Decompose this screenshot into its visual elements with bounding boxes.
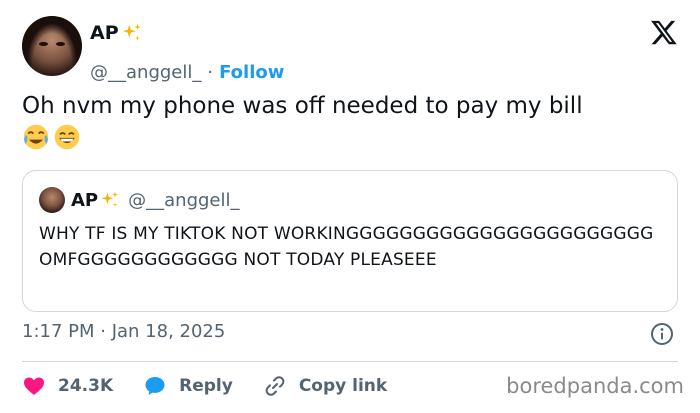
quoted-display-name: AP [71, 189, 99, 211]
quoted-handle: @__anggell_ [128, 189, 240, 211]
like-button[interactable]: 24.3K [22, 374, 113, 398]
reply-button[interactable]: Reply [143, 374, 233, 398]
tweet-header: AP @__anggell_ · Follow [22, 14, 682, 83]
quoted-tweet-text: WHY TF IS MY TIKTOK NOT WORKINGGGGGGGGGG… [39, 224, 654, 270]
heart-icon [24, 377, 44, 395]
info-icon[interactable] [650, 322, 674, 346]
reply-label: Reply [179, 376, 233, 396]
divider [22, 361, 678, 362]
author-handle-row: @__anggell_ · Follow [90, 62, 284, 83]
link-icon [265, 376, 285, 396]
quoted-avatar [39, 187, 65, 213]
tweet-body: Oh nvm my phone was off needed to pay my… [22, 93, 583, 119]
action-bar: 24.3K Reply Copy link [22, 372, 417, 400]
tweet-timestamp[interactable]: 1:17 PM · Jan 18, 2025 [22, 321, 225, 342]
quoted-tweet-header: AP @__anggell_ [39, 187, 240, 213]
follow-button[interactable]: Follow [219, 62, 284, 83]
author-handle[interactable]: @__anggell_ [90, 62, 201, 83]
grinning-face-with-smiling-eyes-icon [54, 124, 80, 150]
quoted-tweet[interactable]: AP @__anggell_ WHY TF IS MY TIKTOK NOT W… [22, 170, 678, 312]
face-with-tears-of-joy-icon [23, 124, 49, 150]
watermark: boredpanda.com [506, 374, 684, 398]
avatar[interactable] [22, 16, 82, 76]
sparkles-icon [122, 23, 141, 41]
speech-bubble-icon [145, 377, 165, 395]
like-count: 24.3K [58, 376, 114, 396]
copy-link-button[interactable]: Copy link [263, 374, 387, 398]
x-logo-icon[interactable] [650, 18, 678, 46]
author-display-name[interactable]: AP [90, 22, 119, 44]
copy-link-label: Copy link [298, 376, 388, 396]
tweet-text: Oh nvm my phone was off needed to pay my… [22, 90, 682, 156]
sparkles-icon [101, 191, 119, 207]
separator-dot: · [207, 62, 214, 83]
author-name-row: AP [90, 22, 143, 44]
